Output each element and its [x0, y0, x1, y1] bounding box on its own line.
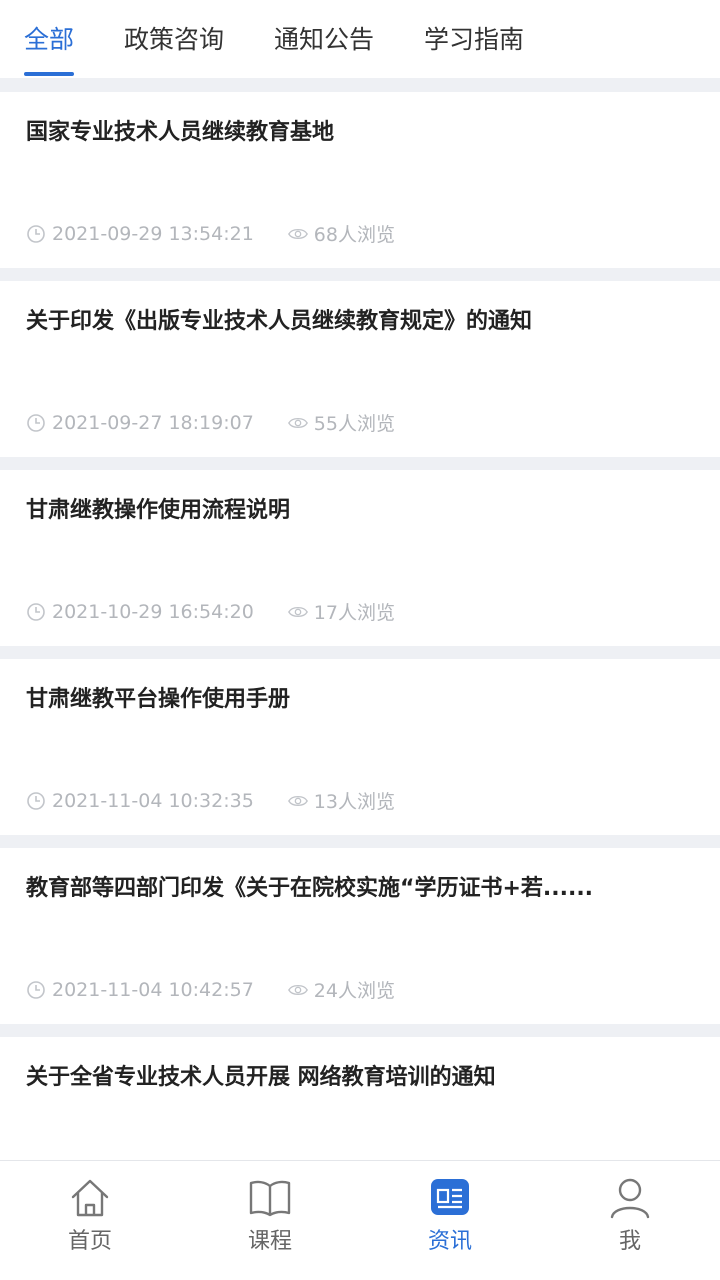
tab-guide[interactable]: 学习指南	[424, 0, 524, 78]
category-tabs: 全部 政策咨询 通知公告 学习指南	[0, 0, 720, 78]
clock-icon	[27, 602, 45, 621]
article-title: 教育部等四部门印发《关于在院校实施“学历证书+若......	[26, 876, 594, 901]
nav-home-label: 首页	[67, 1229, 112, 1254]
nav-me-label: 我	[618, 1229, 641, 1254]
article-meta: 2021-11-04 10:42:57 24人浏览	[26, 976, 395, 1003]
nav-course-label: 课程	[247, 1229, 292, 1254]
article-title: 关于印发《出版专业技术人员继续教育规定》的通知	[26, 309, 533, 334]
app-screen: 全部 政策咨询 通知公告 学习指南 国家专业技术人员继续教育基地 2021-09…	[0, 0, 720, 1280]
nav-news[interactable]: 资讯	[360, 1161, 540, 1280]
eye-icon	[287, 984, 308, 995]
article-meta: 2021-09-27 18:19:07 55人浏览	[26, 409, 395, 436]
article-meta: 2021-09-29 13:54:21 68人浏览	[26, 220, 395, 247]
article-views: 68人浏览	[313, 224, 395, 246]
article-title: 国家专业技术人员继续教育基地	[26, 120, 335, 145]
article-meta: 2021-10-29 16:54:20 17人浏览	[26, 598, 395, 625]
view-count: 13人浏览	[287, 787, 395, 814]
article-views: 17人浏览	[313, 602, 395, 624]
clock-icon	[27, 224, 45, 243]
list-item[interactable]: 国家专业技术人员继续教育基地 2021-09-29 13:54:21 68人浏览	[0, 92, 720, 268]
article-time: 2021-09-27 18:19:07	[52, 411, 254, 434]
clock-icon	[27, 413, 45, 432]
clock-icon	[27, 791, 45, 810]
article-views: 55人浏览	[313, 413, 395, 435]
nav-home[interactable]: 首页	[0, 1161, 180, 1280]
article-time: 2021-09-29 13:54:21	[52, 222, 254, 245]
article-time: 2021-11-04 10:32:35	[52, 789, 254, 812]
user-icon	[610, 1178, 650, 1219]
eye-icon	[287, 417, 308, 428]
tab-notice[interactable]: 通知公告	[274, 0, 374, 78]
list-item[interactable]: 关于印发《出版专业技术人员继续教育规定》的通知 2021-09-27 18:19…	[0, 281, 720, 457]
tab-policy[interactable]: 政策咨询	[124, 0, 224, 78]
book-icon	[249, 1180, 291, 1217]
article-title: 关于全省专业技术人员开展 网络教育培训的通知	[26, 1065, 496, 1090]
eye-icon	[287, 228, 308, 239]
list-item[interactable]: 甘肃继教操作使用流程说明 2021-10-29 16:54:20 17人浏览	[0, 470, 720, 646]
clock-icon	[27, 980, 45, 999]
nav-news-label: 资讯	[427, 1229, 472, 1254]
article-title: 甘肃继教平台操作使用手册	[26, 687, 291, 712]
article-meta: 2021-11-04 10:32:35 13人浏览	[26, 787, 395, 814]
nav-course[interactable]: 课程	[180, 1161, 360, 1280]
nav-me[interactable]: 我	[540, 1161, 720, 1280]
article-time: 2021-11-04 10:42:57	[52, 978, 254, 1001]
article-views: 13人浏览	[313, 791, 395, 813]
news-icon	[431, 1179, 469, 1215]
article-list: 国家专业技术人员继续教育基地 2021-09-29 13:54:21 68人浏览…	[0, 92, 720, 1226]
list-item[interactable]: 教育部等四部门印发《关于在院校实施“学历证书+若...... 2021-11-0…	[0, 848, 720, 1024]
article-views: 24人浏览	[313, 980, 395, 1002]
eye-icon	[287, 606, 308, 617]
article-time: 2021-10-29 16:54:20	[52, 600, 254, 623]
view-count: 24人浏览	[287, 976, 395, 1003]
view-count: 68人浏览	[287, 220, 395, 247]
eye-icon	[287, 795, 308, 806]
home-icon	[71, 1179, 109, 1217]
view-count: 55人浏览	[287, 409, 395, 436]
bottom-nav: 首页 课程 资讯 我	[0, 1160, 720, 1280]
list-item[interactable]: 甘肃继教平台操作使用手册 2021-11-04 10:32:35 13人浏览	[0, 659, 720, 835]
view-count: 17人浏览	[287, 598, 395, 625]
article-title: 甘肃继教操作使用流程说明	[26, 498, 291, 523]
tab-all[interactable]: 全部	[24, 0, 75, 78]
